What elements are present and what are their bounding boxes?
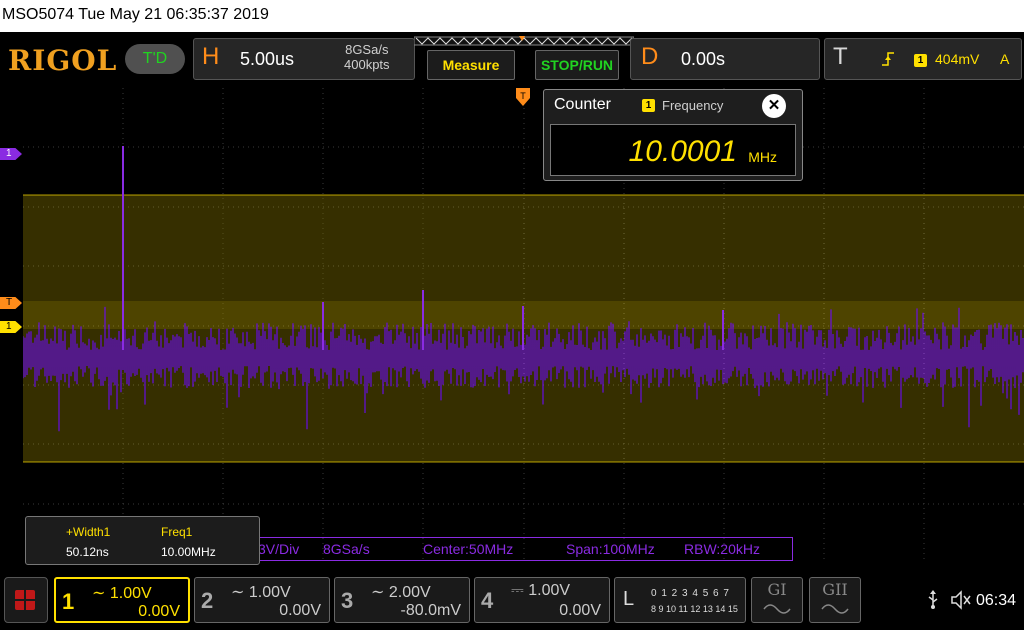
- delay-letter: D: [641, 43, 659, 70]
- channel-scale-value: 2.00V: [388, 584, 431, 601]
- logic-channels-box[interactable]: L 0 1 2 3 4 5 6 7 8 9 10 11 12 13 14 15: [614, 577, 746, 623]
- counter-unit: MHz: [748, 149, 777, 165]
- channel-number: 3: [341, 588, 354, 613]
- fft-info-bar[interactable]: 3V/Div 8GSa/s Center:50MHz Span:100MHz R…: [255, 537, 793, 561]
- generator-1-label: GI: [767, 580, 787, 599]
- counter-readout: 10.0001 MHz: [550, 124, 796, 176]
- channel-1-box[interactable]: 1 ∼ 1.00V 0.00V: [54, 577, 190, 623]
- waveform-canvas: [23, 88, 1024, 563]
- channel-4-box[interactable]: 4 ⎓ 1.00V 0.00V: [474, 577, 610, 623]
- trigger-box[interactable]: T 1 404mV A: [824, 38, 1022, 80]
- top-bar: RIGOL T'D H 5.00us 8GSa/s 400kpts Measur…: [0, 32, 1024, 86]
- meas-value: 10.00MHz: [161, 545, 216, 559]
- logic-letter: L: [623, 588, 635, 610]
- channel-3-box[interactable]: 3 ∼ 2.00V -80.0mV: [334, 577, 470, 623]
- meas-name: Freq1: [161, 525, 193, 539]
- trigger-status-badge: T'D: [125, 44, 185, 74]
- channel-offset: 0.00V: [138, 603, 180, 620]
- counter-title: Counter: [554, 96, 611, 113]
- trigger-position-marker[interactable]: T: [516, 88, 530, 108]
- channel-number: 2: [201, 588, 214, 613]
- waveform-display[interactable]: [23, 88, 1024, 563]
- horizontal-letter: H: [202, 43, 220, 70]
- channel-offset: 0.00V: [279, 602, 321, 619]
- acquisition-info: 8GSa/s 400kpts: [344, 42, 390, 72]
- rigol-logo: RIGOL: [8, 44, 118, 77]
- math-marker[interactable]: 1: [0, 148, 22, 160]
- trigger-source-badge: 1: [914, 54, 927, 67]
- channel-scale: ∼ 2.00V: [371, 584, 431, 601]
- counter-panel: Counter 1 Frequency ✕ 10.0001 MHz: [543, 89, 803, 181]
- sample-rate: 8GSa/s: [345, 42, 389, 57]
- meas-value: 50.12ns: [66, 545, 109, 559]
- channel-number: 1: [62, 589, 75, 614]
- meas-name: +Width1: [66, 525, 111, 539]
- channel-scale-value: 1.00V: [528, 582, 571, 599]
- fft-scale: 3V/Div: [258, 541, 300, 557]
- memory-depth: 400kpts: [344, 57, 390, 72]
- trigger-letter: T: [833, 43, 848, 70]
- channel-offset: 0.00V: [559, 602, 601, 619]
- channel-number: 4: [481, 588, 494, 613]
- delay-box[interactable]: D 0.00s: [630, 38, 820, 80]
- generator-2-label: GII: [822, 580, 848, 599]
- logic-row-1: 0 1 2 3 4 5 6 7: [651, 588, 730, 599]
- window-title: MSO5074 Tue May 21 06:35:37 2019: [0, 0, 1024, 32]
- logic-row-2: 8 9 10 11 12 13 14 15: [651, 604, 738, 614]
- trigger-level-marker[interactable]: T: [0, 297, 22, 309]
- svg-text:T: T: [520, 91, 526, 101]
- channel-scale: ∼ 1.00V: [92, 585, 152, 602]
- grid-menu-icon: [15, 590, 35, 610]
- fft-rbw: RBW:20kHz: [684, 541, 760, 557]
- timebase-value: 5.00us: [240, 49, 295, 69]
- counter-value: 10.0001: [628, 135, 737, 168]
- rising-edge-icon: [882, 52, 894, 66]
- channel-scale-value: 1.00V: [109, 585, 152, 602]
- menu-button[interactable]: [4, 577, 48, 623]
- clock: 06:34: [976, 592, 1017, 609]
- counter-source-badge: 1: [642, 99, 655, 112]
- measure-button[interactable]: Measure: [427, 50, 515, 80]
- fft-span: Span:100MHz: [566, 541, 655, 557]
- ch1-marker[interactable]: 1: [0, 321, 22, 333]
- usb-icon: [928, 590, 938, 609]
- channel-scale: ∼ 1.00V: [231, 584, 291, 601]
- close-button[interactable]: ✕: [762, 94, 786, 118]
- generator-2-button[interactable]: GII: [809, 577, 861, 623]
- channel-scale: ⎓ 1.00V: [511, 582, 571, 599]
- delay-value: 0.00s: [681, 49, 726, 69]
- trigger-mode: A: [1000, 51, 1010, 67]
- bottom-bar: 1 ∼ 1.00V 0.00V 2 ∼ 1.00V 0.00V 3 ∼ 2.00…: [0, 572, 1024, 630]
- counter-label: Frequency: [662, 98, 724, 113]
- stop-run-button[interactable]: STOP/RUN: [535, 50, 619, 80]
- sine-wave-icon: [821, 604, 849, 614]
- fft-center: Center:50MHz: [423, 541, 514, 557]
- horizontal-timebase-box[interactable]: H 5.00us 8GSa/s 400kpts: [193, 38, 415, 80]
- speaker-muted-icon[interactable]: [950, 590, 972, 610]
- channel-2-box[interactable]: 2 ∼ 1.00V 0.00V: [194, 577, 330, 623]
- trigger-level: 404mV: [935, 51, 980, 67]
- sine-wave-icon: [763, 604, 791, 614]
- channel-offset: -80.0mV: [400, 602, 461, 619]
- channel-scale-value: 1.00V: [248, 584, 291, 601]
- generator-1-button[interactable]: GI: [751, 577, 803, 623]
- memory-position-strip: [414, 36, 634, 46]
- measurement-panel[interactable]: +Width1 50.12ns Freq1 10.00MHz: [25, 516, 260, 565]
- fft-rate: 8GSa/s: [323, 541, 370, 557]
